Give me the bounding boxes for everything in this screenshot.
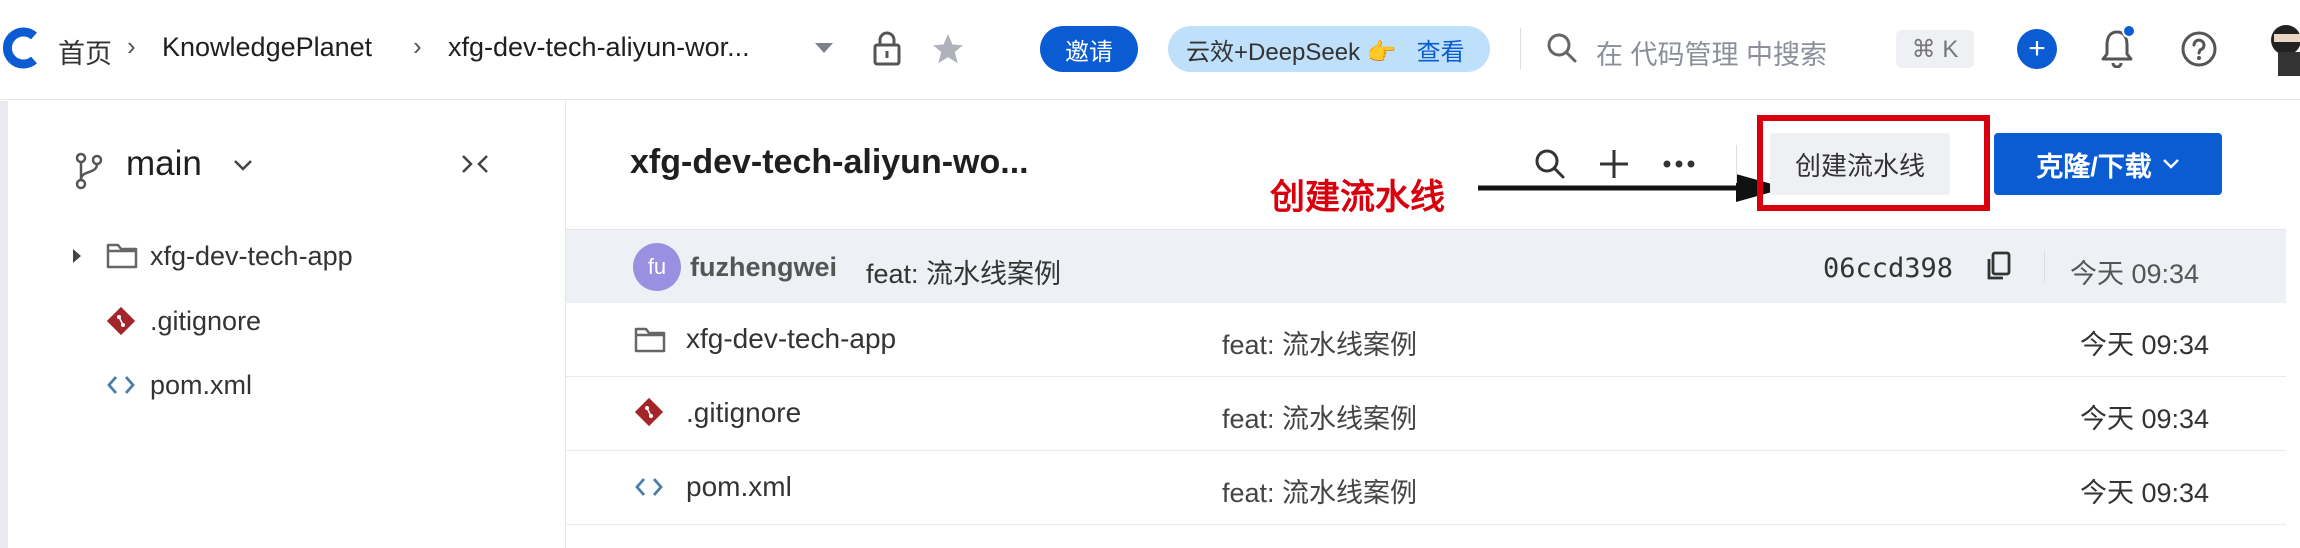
branch-selector[interactable]: main — [126, 144, 202, 184]
divider — [1736, 145, 1737, 183]
chevron-down-icon — [2162, 159, 2179, 169]
file-time: 今天 09:34 — [2080, 478, 2210, 508]
caret-right-icon[interactable] — [71, 247, 83, 265]
code-file-icon — [635, 478, 663, 496]
commit-sha[interactable]: 06ccd398 — [1823, 253, 1953, 284]
star-icon[interactable] — [930, 31, 966, 67]
divider — [2044, 250, 2045, 282]
invite-button[interactable]: 邀请 — [1040, 26, 1138, 72]
file-commit-message[interactable]: feat: 流水线案例 — [1222, 323, 1417, 362]
commit-time: 今天 09:34 — [2070, 259, 2200, 289]
tree-item-label: xfg-dev-tech-app — [150, 241, 353, 271]
branch-icon — [75, 152, 103, 190]
help-icon[interactable] — [2180, 30, 2218, 68]
sidebar-edge — [0, 101, 8, 548]
clone-download-label: 克隆/下载 — [2036, 151, 2152, 182]
lock-icon[interactable] — [872, 30, 902, 66]
add-icon[interactable] — [1598, 148, 1630, 180]
search-icon[interactable] — [1546, 32, 1578, 64]
deepseek-view-link[interactable]: 查看 — [1417, 32, 1465, 67]
divider — [1520, 28, 1521, 70]
notification-dot — [2122, 24, 2136, 38]
app-logo-icon[interactable] — [0, 26, 44, 70]
file-time: 今天 09:34 — [2080, 404, 2210, 434]
file-name[interactable]: xfg-dev-tech-app — [686, 323, 896, 355]
clone-download-button[interactable]: 克隆/下载 — [1994, 133, 2222, 195]
file-name[interactable]: .gitignore — [686, 397, 801, 429]
repo-title: xfg-dev-tech-aliyun-wo... — [630, 143, 1029, 181]
git-file-icon — [634, 397, 664, 427]
tree-item-label: .gitignore — [150, 306, 262, 336]
breadcrumb-org[interactable]: KnowledgePlanet — [162, 32, 372, 63]
tree-item-label: pom.xml — [150, 370, 253, 400]
copy-icon[interactable] — [1984, 250, 2012, 282]
code-file-icon — [107, 376, 135, 394]
deepseek-label: 云效+DeepSeek 👉 — [1186, 38, 1397, 66]
breadcrumb-separator-icon: › — [127, 31, 136, 61]
annotation-highlight-box — [1757, 115, 1990, 211]
annotation-label: 创建流水线 — [1270, 178, 1446, 217]
folder-icon — [106, 243, 138, 269]
search-shortcut-badge: ⌘ K — [1896, 30, 1974, 68]
file-name[interactable]: pom.xml — [686, 471, 792, 503]
table-row[interactable] — [566, 377, 2286, 451]
annotation-arrow-icon — [1478, 174, 1786, 202]
folder-icon — [634, 327, 666, 353]
file-time: 今天 09:34 — [2080, 330, 2210, 360]
table-row[interactable] — [566, 451, 2286, 525]
breadcrumb-separator-icon: › — [413, 31, 422, 61]
avatar[interactable]: fu — [633, 243, 681, 291]
avatar[interactable] — [2262, 20, 2300, 76]
file-commit-message[interactable]: feat: 流水线案例 — [1222, 397, 1417, 436]
search-input[interactable]: 在 代码管理 中搜索 — [1596, 33, 1827, 72]
file-commit-message[interactable]: feat: 流水线案例 — [1222, 471, 1417, 510]
commit-message[interactable]: feat: 流水线案例 — [866, 252, 1061, 291]
create-new-button[interactable]: + — [2017, 29, 2057, 69]
caret-down-icon[interactable] — [812, 40, 836, 56]
breadcrumb-home[interactable]: 首页 — [58, 32, 112, 71]
chevron-down-icon[interactable] — [232, 158, 254, 172]
deepseek-banner[interactable]: 云效+DeepSeek 👉 查看 — [1168, 26, 1490, 72]
breadcrumb-repo[interactable]: xfg-dev-tech-aliyun-wor... — [448, 32, 750, 63]
top-bar: 首页 › KnowledgePlanet › xfg-dev-tech-aliy… — [0, 0, 2300, 100]
git-file-icon — [106, 306, 136, 336]
more-icon[interactable] — [1662, 158, 1696, 170]
commit-author[interactable]: fuzhengwei — [690, 252, 837, 283]
search-icon[interactable] — [1534, 148, 1566, 180]
collapse-sidebar-icon[interactable] — [460, 152, 490, 176]
